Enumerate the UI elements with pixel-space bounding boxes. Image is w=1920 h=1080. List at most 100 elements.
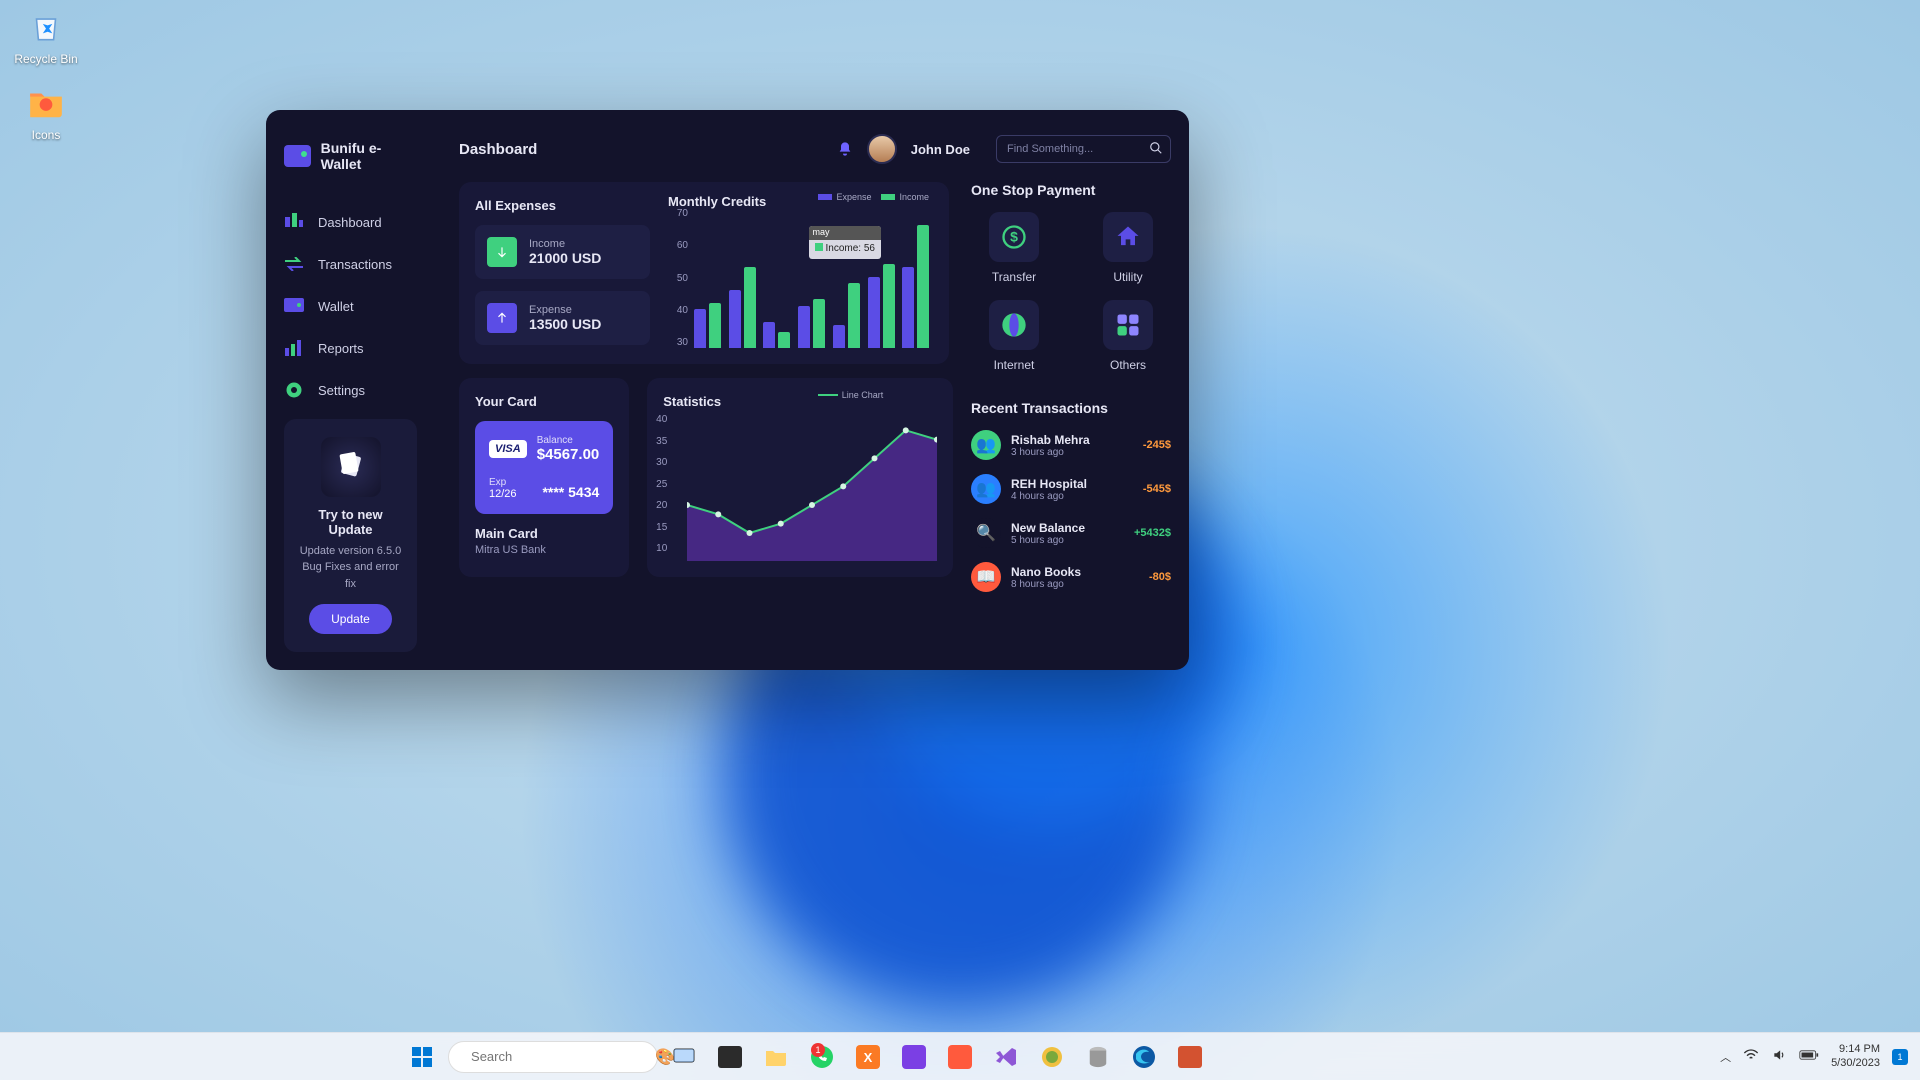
nav-transactions[interactable]: Transactions xyxy=(284,254,417,274)
statistics-panel: Statistics Line Chart 40353025201510 xyxy=(647,378,953,577)
desktop-icon-label: Icons xyxy=(8,128,84,142)
transaction-icon: 🔍 xyxy=(971,518,1001,548)
transaction-icon: 👥 xyxy=(971,474,1001,504)
internet-icon xyxy=(989,300,1039,350)
recent-title: Recent Transactions xyxy=(971,400,1171,416)
desktop-icon-icons[interactable]: Icons xyxy=(8,82,84,142)
xampp-button[interactable]: X xyxy=(848,1037,888,1077)
your-card-title: Your Card xyxy=(475,394,613,409)
expense-label: Expense xyxy=(529,304,601,316)
monthly-title: Monthly Credits xyxy=(668,194,766,209)
date-text: 5/30/2023 xyxy=(1831,1057,1880,1070)
onestop-grid: $ Transfer Utility Internet Others xyxy=(971,212,1171,372)
expense-card[interactable]: Expense 13500 USD xyxy=(475,291,650,345)
transaction-row[interactable]: 📖 Nano Books 8 hours ago -80$ xyxy=(971,562,1171,592)
app-orange-button[interactable] xyxy=(940,1037,980,1077)
income-label: Income xyxy=(529,238,601,250)
transaction-amount: -245$ xyxy=(1143,439,1171,451)
page-title: Dashboard xyxy=(459,141,537,158)
avatar[interactable] xyxy=(867,134,897,164)
brand-label: Bunifu e-Wallet xyxy=(321,140,417,172)
line-legend: Line Chart xyxy=(818,390,884,400)
notification-badge[interactable]: 1 xyxy=(1892,1049,1908,1065)
whatsapp-button[interactable]: 1 xyxy=(802,1037,842,1077)
search-icon[interactable] xyxy=(1149,141,1163,160)
start-button[interactable] xyxy=(402,1037,442,1077)
income-value: 21000 USD xyxy=(529,250,601,266)
search-wrap xyxy=(996,135,1171,163)
balance-label: Balance xyxy=(537,435,600,446)
wallet-icon xyxy=(284,296,304,316)
income-card[interactable]: Income 21000 USD xyxy=(475,225,650,279)
taskbar-search-input[interactable] xyxy=(471,1049,647,1064)
transaction-amount: -545$ xyxy=(1143,483,1171,495)
card-number: **** 5434 xyxy=(542,484,599,500)
onestop-title: One Stop Payment xyxy=(971,182,1171,198)
desktop-icon-recycle-bin[interactable]: Recycle Bin xyxy=(8,6,84,66)
nav-label: Wallet xyxy=(318,299,354,314)
bell-icon[interactable] xyxy=(837,141,853,157)
transaction-time: 8 hours ago xyxy=(1011,579,1139,590)
nav-wallet[interactable]: Wallet xyxy=(284,296,417,316)
tray-chevron-icon[interactable]: ︿ xyxy=(1720,1049,1731,1065)
update-button[interactable]: Update xyxy=(309,604,392,634)
transaction-row[interactable]: 🔍 New Balance 5 hours ago +5432$ xyxy=(971,518,1171,548)
pay-internet[interactable]: Internet xyxy=(971,300,1057,372)
pay-label: Internet xyxy=(971,358,1057,372)
topbar: Dashboard John Doe xyxy=(459,134,1171,164)
powerpoint-button[interactable] xyxy=(1170,1037,1210,1077)
tooltip-value: Income: 56 xyxy=(826,243,875,254)
transaction-row[interactable]: 👥 REH Hospital 4 hours ago -545$ xyxy=(971,474,1171,504)
legend-expense: Expense xyxy=(836,192,871,202)
file-explorer-button[interactable] xyxy=(756,1037,796,1077)
transaction-time: 3 hours ago xyxy=(1011,447,1133,458)
nav-label: Reports xyxy=(318,341,364,356)
sidebar: Bunifu e-Wallet Dashboard Transactions W… xyxy=(266,110,435,670)
bar-tooltip: may Income: 56 xyxy=(809,226,881,259)
taskbar-app-1[interactable] xyxy=(710,1037,750,1077)
phpstorm-button[interactable] xyxy=(894,1037,934,1077)
transfer-icon: $ xyxy=(989,212,1039,262)
transaction-time: 4 hours ago xyxy=(1011,491,1133,502)
nav-label: Dashboard xyxy=(318,215,382,230)
pay-label: Others xyxy=(1085,358,1171,372)
nav-label: Transactions xyxy=(318,257,392,272)
taskview-button[interactable] xyxy=(664,1037,704,1077)
visual-studio-button[interactable] xyxy=(986,1037,1026,1077)
transactions-icon xyxy=(284,254,304,274)
database-button[interactable] xyxy=(1078,1037,1118,1077)
search-input[interactable] xyxy=(996,135,1171,163)
nav: Dashboard Transactions Wallet Reports Se… xyxy=(284,212,417,400)
taskbar-search[interactable]: 🎨 xyxy=(448,1041,658,1073)
pay-utility[interactable]: Utility xyxy=(1085,212,1171,284)
update-illustration-icon xyxy=(321,437,381,497)
battery-icon[interactable] xyxy=(1799,1049,1819,1064)
arrow-up-icon xyxy=(487,303,517,333)
main-card-label: Main Card xyxy=(475,526,613,541)
pay-label: Transfer xyxy=(971,270,1057,284)
update-title: Try to new Update xyxy=(296,507,405,537)
settings-icon xyxy=(284,380,304,400)
edge-button[interactable] xyxy=(1124,1037,1164,1077)
volume-icon[interactable] xyxy=(1771,1048,1787,1065)
pay-transfer[interactable]: $ Transfer xyxy=(971,212,1057,284)
visa-badge: VISA xyxy=(489,440,527,458)
update-line1: Update version 6.5.0 xyxy=(296,543,405,560)
exp-value: 12/26 xyxy=(489,488,517,500)
clock[interactable]: 9:14 PM 5/30/2023 xyxy=(1831,1043,1880,1069)
nav-reports[interactable]: Reports xyxy=(284,338,417,358)
bar-yaxis: 7060504030 xyxy=(668,208,688,348)
app-spiral-button[interactable] xyxy=(1032,1037,1072,1077)
wifi-icon[interactable] xyxy=(1743,1048,1759,1065)
your-card-panel: Your Card VISA Balance $4567.00 Exp 12/2… xyxy=(459,378,629,577)
taskbar: 🎨 1 X ︿ 9:14 PM 5/30/2023 1 xyxy=(0,1032,1920,1080)
nav-dashboard[interactable]: Dashboard xyxy=(284,212,417,232)
bar-legend: Expense Income xyxy=(818,192,929,202)
pay-label: Utility xyxy=(1085,270,1171,284)
nav-settings[interactable]: Settings xyxy=(284,380,417,400)
credit-card[interactable]: VISA Balance $4567.00 Exp 12/26 **** 543… xyxy=(475,421,613,514)
transaction-row[interactable]: 👥 Rishab Mehra 3 hours ago -245$ xyxy=(971,430,1171,460)
transaction-icon: 📖 xyxy=(971,562,1001,592)
pay-others[interactable]: Others xyxy=(1085,300,1171,372)
brand[interactable]: Bunifu e-Wallet xyxy=(284,140,417,172)
